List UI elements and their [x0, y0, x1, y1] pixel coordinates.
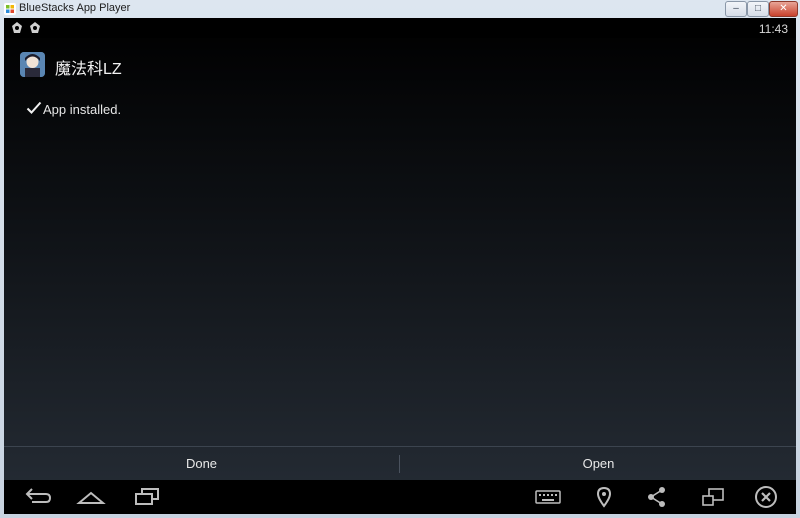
app-name: 魔法科LZ [55, 61, 122, 78]
maximize-button[interactable]: □ [747, 1, 769, 17]
check-icon [26, 101, 42, 114]
window-title: BlueStacks App Player [19, 2, 131, 14]
home-icon[interactable] [76, 485, 106, 509]
status-bar: 11:43 [4, 18, 796, 38]
share-icon[interactable] [646, 485, 668, 509]
bluestacks-notification-icon [12, 22, 22, 33]
navigation-bar [4, 480, 796, 514]
close-window-button[interactable]: ✕ [769, 1, 798, 17]
bluestacks-notification-icon [30, 22, 40, 33]
bluestacks-window: BlueStacks App Player – □ ✕ 11:43 魔法科LZ … [0, 0, 800, 518]
location-icon[interactable] [594, 485, 614, 509]
back-icon[interactable] [22, 485, 52, 509]
status-clock: 11:43 [758, 22, 788, 36]
keyboard-icon[interactable] [534, 485, 562, 509]
close-icon[interactable] [754, 485, 778, 509]
minimize-button[interactable]: – [725, 1, 747, 17]
action-bar: Done Open [4, 446, 796, 480]
title-bar[interactable]: BlueStacks App Player – □ ✕ [0, 0, 800, 18]
open-button[interactable]: Open [401, 447, 796, 481]
action-divider [399, 455, 400, 473]
done-button[interactable]: Done [4, 447, 399, 481]
app-icon [20, 52, 45, 77]
android-screen: 11:43 魔法科LZ App installed. Done Open [4, 18, 796, 514]
bluestacks-logo-icon [4, 3, 16, 15]
window-resize-icon[interactable] [700, 485, 726, 509]
install-status-text: App installed. [43, 102, 122, 117]
recent-apps-icon[interactable] [132, 485, 162, 509]
